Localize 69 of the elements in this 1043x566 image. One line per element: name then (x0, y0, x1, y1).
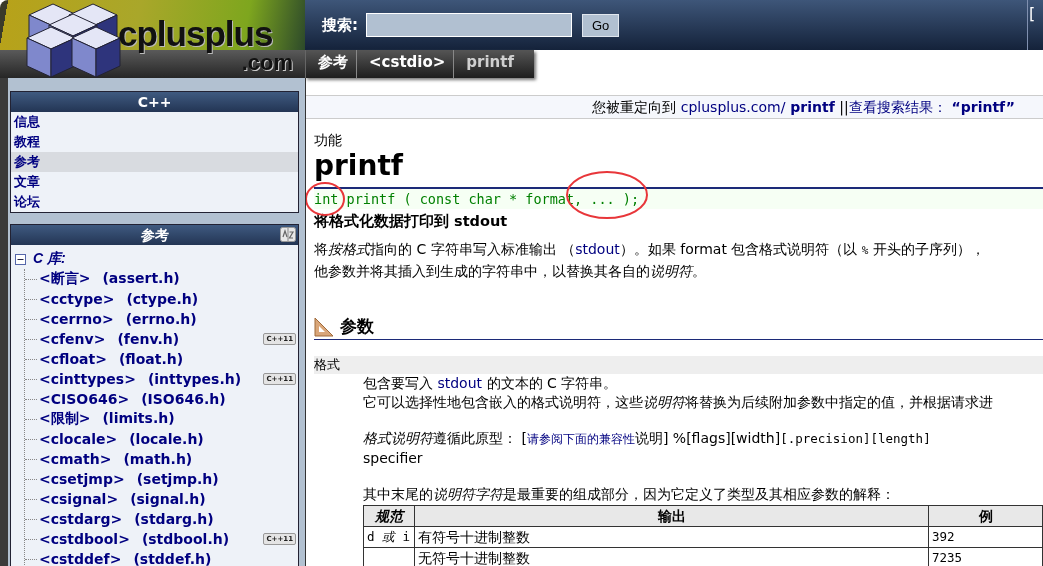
tree-item[interactable]: <cfenv> (39, 331, 106, 347)
tree-item[interactable]: <csignal> (39, 491, 119, 507)
panel-header: C++ (11, 92, 298, 112)
tree-item-file: (stdbool.h) (141, 531, 230, 547)
tree-item-file: (locale.h) (129, 431, 204, 447)
redirect-notice: 您被重定向到 cplusplus.com/ printf ||查看搜索结果： “printf” (306, 95, 1043, 119)
tree-item[interactable]: <cfloat> (39, 351, 107, 367)
search-field[interactable] (366, 13, 572, 37)
breadcrumb-link[interactable]: printf (453, 50, 522, 78)
tree-item-file: (setjmp.h) (136, 471, 219, 487)
tree-item[interactable]: <csetjmp> (39, 471, 125, 487)
tree-item[interactable]: <限制> (39, 410, 91, 428)
function-summary: 将格式化数据打印到 stdout (314, 212, 509, 231)
text-link[interactable]: stdout (437, 375, 483, 391)
column-header: 例 (928, 505, 1043, 527)
menu-item[interactable]: 教程 (11, 132, 298, 152)
ruler-icon (314, 317, 334, 336)
section-heading: 参数 (340, 315, 374, 338)
text-link[interactable]: cplusplus.com/ (680, 99, 786, 115)
search-label: 搜索: (322, 15, 358, 35)
go-button[interactable]: Go (582, 13, 620, 37)
text-link[interactable]: stdout (575, 241, 620, 257)
parameter-name: 格式 (314, 356, 1043, 374)
tree-item-file: (signal.h) (130, 491, 206, 507)
tree-item[interactable]: <cstddef> (39, 551, 122, 566)
tree-item-file: (stddef.h) (133, 551, 212, 566)
tree-item-file: (float.h) (118, 351, 184, 367)
column-header: 输出 (414, 505, 929, 527)
menu-item[interactable]: 文章 (11, 172, 298, 192)
tree-item[interactable]: <cinttypes> (39, 371, 136, 387)
collapse-icon[interactable] (15, 253, 26, 265)
tree-item-file: (stdarg.h) (134, 511, 214, 527)
category-label: 功能 (314, 132, 343, 150)
sort-icon[interactable] (280, 227, 296, 242)
menu-item[interactable]: 论坛 (11, 192, 298, 212)
tree-item[interactable]: <cstdbool> (39, 531, 130, 547)
tree-item[interactable]: <cstdarg> (39, 511, 123, 527)
cubes-logo-icon (26, 3, 121, 78)
tree-item[interactable]: <断言> (39, 270, 91, 288)
column-header: 规范 (363, 505, 415, 527)
table-cell: 有符号十进制整数 (414, 526, 929, 548)
parameter-description: 包含要写入 stdout 的文本的 C 字符串。 它可以选择性地包含嵌入的格式说明符，这些说明符将替换为后续附加参数中指定的值，并根据请求进 (363, 374, 994, 412)
text-link[interactable]: 查看搜索结果： (848, 99, 947, 115)
tree-item-file: (errno.h) (125, 311, 197, 327)
tree-item[interactable]: <cmath> (39, 451, 112, 467)
breadcrumb-link[interactable]: <cstdio> (356, 50, 454, 78)
tree-item-file: (ctype.h) (126, 291, 199, 307)
breadcrumb-link[interactable]: 参考 (305, 50, 356, 78)
panel-title: 参考 (140, 227, 169, 243)
tree-item[interactable]: <cctype> (39, 291, 115, 307)
menu-item[interactable]: 参考 (11, 152, 298, 172)
description-paragraph: 将按格式指向的 C 字符串写入标准输出 （stdout）。如果 format 包含格式说明符（以 % 开头的子序列）， 他参数并将其插入到生成的字符串中，以替换其各自的说明符。 (314, 240, 986, 281)
parameter-description: 其中末尾的说明符字符是最重要的组成部分，因为它定义了类型及其相应参数的解释： (363, 485, 896, 504)
tree-item-file: (fenv.h) (117, 331, 180, 347)
table-cell: 392 (928, 526, 1043, 548)
tree-item[interactable]: <CISO646> (39, 391, 130, 407)
parameter-description: 格式说明符遵循此原型： [请参阅下面的兼容性说明] %[flags][width][.precision][length] specifier (363, 429, 932, 468)
tree-item-file: (assert.h) (102, 270, 180, 288)
table-cell: d 或 i (363, 526, 415, 548)
tree-item-file: (ISO646.h) (141, 391, 226, 407)
text-link[interactable]: 请参阅下面的兼容性 (526, 432, 635, 446)
tree-node[interactable]: C 库: (33, 250, 66, 268)
menu-item[interactable]: 信息 (11, 112, 298, 132)
tree-item-file: (inttypes.h) (147, 371, 242, 387)
tree-item-file: (math.h) (123, 451, 193, 467)
page-title: printf (314, 150, 405, 182)
tree-item-file: (limits.h) (102, 410, 175, 428)
tree-item[interactable]: <cerrno> (39, 311, 114, 327)
tree-item[interactable]: <clocale> (39, 431, 118, 447)
